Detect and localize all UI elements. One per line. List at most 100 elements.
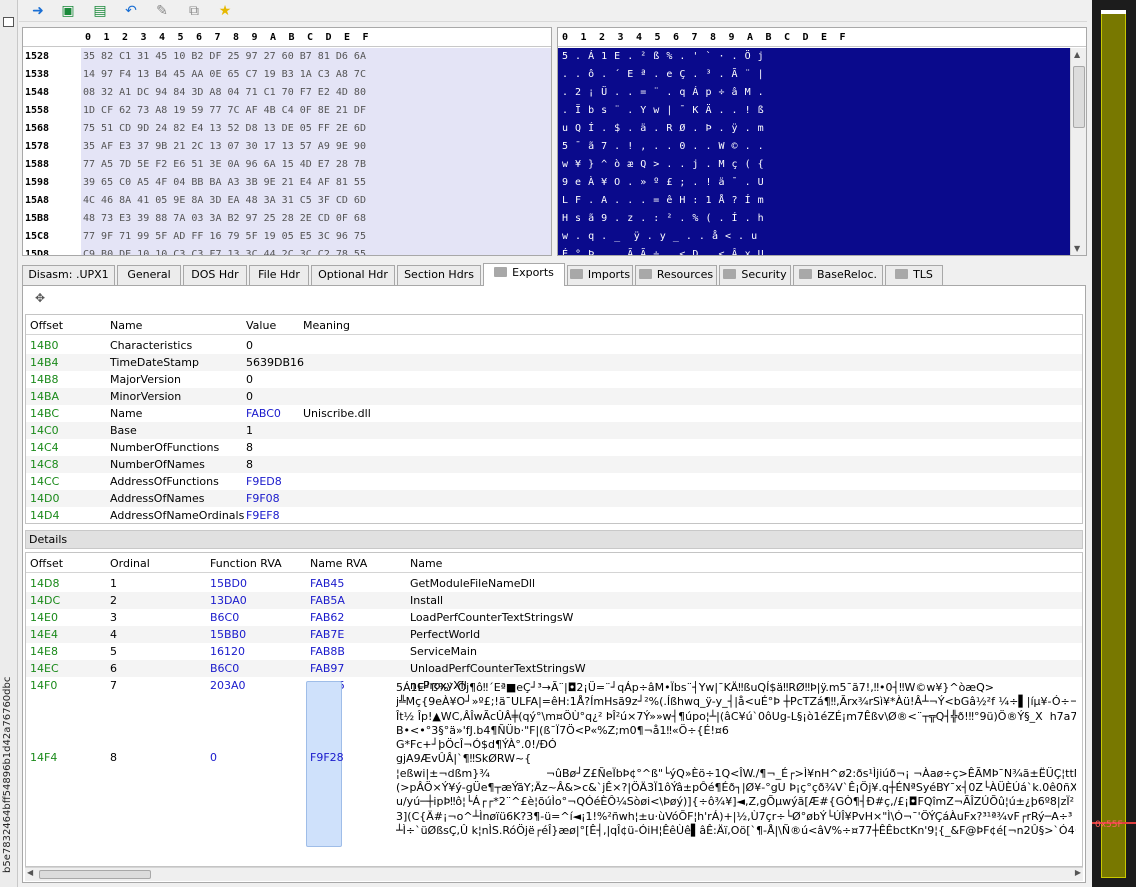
tab-dos-hdr[interactable]: DOS Hdr [183, 265, 247, 285]
table-row[interactable]: 14B8 MajorVersion 0 [26, 371, 1082, 388]
tab-resources[interactable]: Resources [635, 265, 717, 285]
export-icon[interactable]: ▤ [91, 2, 109, 20]
hex-byte-row[interactable]: 39 65 C0 A5 4F 04 BB BA A3 3B 9E 21 E4 A… [83, 174, 366, 192]
tab-exports[interactable]: Exports [483, 263, 565, 286]
hex-byte-row[interactable]: 48 73 E3 39 88 7A 03 3A B2 97 25 28 2E C… [83, 210, 366, 228]
row-function-rva[interactable]: 16120 [210, 643, 245, 660]
ascii-row[interactable]: É ° Þ . . Ã Ã ÷ . < D , < Â x U [562, 246, 764, 255]
ascii-row[interactable]: 5 . Á 1 E . ² ß % . ' ` · . Ö j [562, 48, 764, 66]
hex-byte-row[interactable]: 4C 46 8A 41 05 9E 8A 3D EA 48 3A 31 C5 3… [83, 192, 366, 210]
tab-security[interactable]: Security [719, 265, 791, 285]
col-offset[interactable]: Offset [30, 557, 63, 570]
ascii-text-column[interactable]: 5 . Á 1 E . ² ß % . ' ` · . Ö j. . ô . ´… [558, 48, 1070, 255]
hex-bytes-pane[interactable]: 01 23 45 67 89 AB CD EF 1528 1538 1548 1558 1568 157… [22, 27, 552, 256]
table-row[interactable]: 14C8 NumberOfNames 8 [26, 456, 1082, 473]
pin-icon[interactable]: ✎ [153, 2, 171, 20]
row-function-rva[interactable]: 15BD0 [210, 575, 247, 592]
scroll-thumb[interactable] [1073, 66, 1085, 128]
table-row[interactable]: 14E4 4 15BB0 FAB7E PerfectWorld [26, 626, 1082, 643]
tab-optional-hdr[interactable]: Optional Hdr [311, 265, 395, 285]
ascii-row[interactable]: L F . A . . . = ê H : 1 Å ? Í m [562, 192, 764, 210]
row-name-rva[interactable]: FAB7E [310, 626, 344, 643]
horizontal-scrollbar[interactable]: ◀ ▶ [25, 867, 1083, 881]
table-row[interactable]: 14B0 Characteristics 0 [26, 337, 1082, 354]
ascii-vertical-scrollbar[interactable]: ▲ ▼ [1070, 48, 1086, 255]
ascii-row[interactable]: 5 ¯ ã 7 . ! , . . 0 . . W © . . [562, 138, 764, 156]
table-row[interactable]: 14D8 1 15BD0 FAB45 GetModuleFileNameDll [26, 575, 1082, 592]
table-row[interactable]: 14D0 AddressOfNames F9F08 [26, 490, 1082, 507]
move-handle-icon[interactable]: ✥ [35, 291, 45, 305]
tab-imports[interactable]: Imports [567, 265, 633, 285]
scroll-right-icon[interactable]: ▶ [1075, 868, 1081, 877]
scroll-down-icon[interactable]: ▼ [1074, 244, 1080, 253]
row-name-rva[interactable]: FAB62 [310, 609, 344, 626]
hex-byte-row[interactable]: 77 A5 7D 5E F2 E6 51 3E 0A 96 6A 15 4D E… [83, 156, 366, 174]
table-row[interactable]: 14CC AddressOfFunctions F9ED8 [26, 473, 1082, 490]
hex-ascii-pane[interactable]: 01 23 45 67 89 AB CD EF 5 . Á 1 E . ² ß % . ' `… [557, 27, 1087, 256]
col-offset[interactable]: Offset [30, 319, 63, 332]
tab-file-hdr[interactable]: File Hdr [249, 265, 309, 285]
ascii-row[interactable]: . 2 ¡ Ü . . = ¨ . q Á p ÷ â M . [562, 84, 764, 102]
row-name-rva[interactable]: FAB97 [310, 660, 344, 677]
row-function-rva[interactable]: 203A0 [210, 677, 246, 694]
ascii-row[interactable]: w . q . _ ­ ÿ . y _ . . å < . u [562, 228, 758, 246]
table-row[interactable]: 14BC Name FABC0 Uniscribe.dll [26, 405, 1082, 422]
table-row[interactable]: 14E0 3 B6C0 FAB62 LoadPerfCounterTextStrings… [26, 609, 1082, 626]
table-row[interactable]: 14BA MinorVersion 0 [26, 388, 1082, 405]
table-row[interactable]: 14D4 AddressOfNameOrdinals F9EF8 [26, 507, 1082, 523]
row-function-rva[interactable]: B6C0 [210, 609, 239, 626]
table-row[interactable]: 14EC 6 B6C0 FAB97 UnloadPerfCounterTextStrin… [26, 660, 1082, 677]
col-value[interactable]: Value [246, 319, 276, 332]
row-value[interactable]: F9F08 [246, 490, 280, 507]
hex-byte-row[interactable]: 75 51 CD 9D 24 82 E4 13 52 D8 13 DE 05 F… [83, 120, 366, 138]
row-function-rva[interactable]: 15BB0 [210, 626, 246, 643]
tab-basereloc[interactable]: BaseReloc. [793, 265, 883, 285]
hex-byte-row[interactable]: 35 82 C1 31 45 10 B2 DF 25 97 27 60 B7 8… [83, 48, 366, 66]
col-name[interactable]: Name [410, 557, 442, 570]
hex-byte-row[interactable]: C9 B0 DE 10 10 C3 C3 F7 13 3C 44 2C 3C C… [83, 246, 366, 255]
tab-disasm-upx1[interactable]: Disasm: .UPX1 [22, 265, 115, 285]
save-as-icon[interactable]: ▣ [59, 2, 77, 20]
ascii-row[interactable]: u Q Í . $ . ä . R Ø . Þ . ÿ . m [562, 120, 764, 138]
favorite-star-icon[interactable]: ★ [216, 2, 234, 20]
row-value[interactable]: F9EF8 [246, 507, 280, 523]
table-row[interactable]: 14DC 2 13DA0 FAB5A Install [26, 592, 1082, 609]
arrow-right-icon[interactable]: ➜ [29, 2, 47, 20]
col-name-rva[interactable]: Name RVA [310, 557, 367, 570]
hex-byte-column[interactable]: 35 82 C1 31 45 10 B2 DF 25 97 27 60 B7 8… [81, 48, 551, 255]
tab-general[interactable]: General [117, 265, 181, 285]
hex-byte-row[interactable]: 14 97 F4 13 B4 45 AA 0E 65 C7 19 B3 1A C… [83, 66, 366, 84]
col-ordinal[interactable]: Ordinal [110, 557, 150, 570]
col-meaning[interactable]: Meaning [303, 319, 350, 332]
ascii-row[interactable]: H s ã 9 . z . : ² . % ( . Í . h [562, 210, 764, 228]
scroll-left-icon[interactable]: ◀ [27, 868, 33, 877]
row-name-rva[interactable]: FAB5A [310, 592, 345, 609]
row-function-rva[interactable]: B6C0 [210, 660, 239, 677]
undo-icon[interactable]: ↶ [122, 2, 140, 20]
table-row[interactable]: 14E8 5 16120 FAB8B ServiceMain [26, 643, 1082, 660]
scroll-up-icon[interactable]: ▲ [1074, 50, 1080, 59]
tab-tls[interactable]: TLS [885, 265, 943, 285]
hex-byte-row[interactable]: 77 9F 71 99 5F AD FF 16 79 5F 19 05 E5 3… [83, 228, 366, 246]
tab-section-hdrs[interactable]: Section Hdrs [397, 265, 481, 285]
scroll-thumb[interactable] [39, 870, 151, 879]
col-function-rva[interactable]: Function RVA [210, 557, 282, 570]
row-name-rva[interactable]: FAB45 [310, 575, 344, 592]
ascii-row[interactable]: 9 e À ¥ O . » º £ ; . ! ä ¯ . U [562, 174, 764, 192]
row-function-rva[interactable]: 13DA0 [210, 592, 247, 609]
table-row[interactable]: 14C4 NumberOfFunctions 8 [26, 439, 1082, 456]
col-name[interactable]: Name [110, 319, 142, 332]
row-name-rva[interactable]: FAB8B [310, 643, 345, 660]
ascii-row[interactable]: w ¥ } ^ ò æ Q > . . j . M ç ( { [562, 156, 764, 174]
row-value[interactable]: FABC0 [246, 405, 281, 422]
hex-byte-row[interactable]: 35 AF E3 37 9B 21 2C 13 07 30 17 13 57 A… [83, 138, 366, 156]
table-row[interactable]: 14C0 Base 1 [26, 422, 1082, 439]
file-overview-strip[interactable]: 0x55F [1092, 0, 1136, 887]
hex-dump-icon[interactable]: ⧉ [185, 2, 203, 20]
hex-byte-row[interactable]: 1D CF 62 73 A8 19 59 77 7C AF 4B C4 0F 8… [83, 102, 366, 120]
hex-byte-row[interactable]: 08 32 A1 DC 94 84 3D A8 04 71 C1 70 F7 E… [83, 84, 366, 102]
row-value[interactable]: F9ED8 [246, 473, 282, 490]
ascii-row[interactable]: . Ï b s ¨ . Y w | ¯ K Ä . . ! ß [562, 102, 764, 120]
table-row[interactable]: 14B4 TimeDateStamp 5639DB16 [26, 354, 1082, 371]
ascii-row[interactable]: . . ô . ´ E ª . e Ç . ³ . Ã ¨ | [562, 66, 764, 84]
